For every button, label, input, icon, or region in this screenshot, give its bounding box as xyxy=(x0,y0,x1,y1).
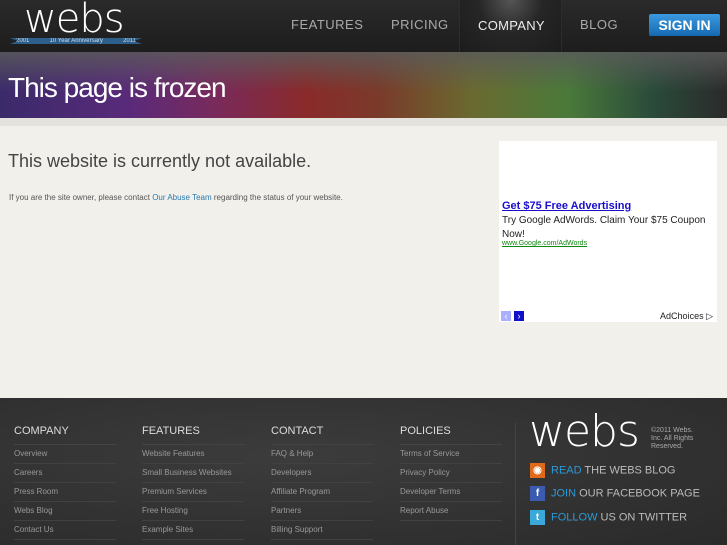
footer-link[interactable]: Developer Terms xyxy=(400,483,502,502)
footer-column-heading: POLICIES xyxy=(400,425,502,445)
ad-description: Try Google AdWords. Claim Your $75 Coupo… xyxy=(502,215,706,240)
footer-logo[interactable]: webs xyxy=(529,406,640,457)
notice-text-before: If you are the site owner, please contac… xyxy=(9,193,153,202)
footer-link[interactable]: Free Hosting xyxy=(142,502,244,521)
nav-company-label: COMPANY xyxy=(478,18,545,33)
nav-pricing[interactable]: PRICING xyxy=(391,17,449,32)
nav-blog[interactable]: BLOG xyxy=(580,17,618,32)
footer-link[interactable]: FAQ & Help xyxy=(271,445,373,464)
footer-link[interactable]: Contact Us xyxy=(14,521,116,540)
year-end: 2011 xyxy=(123,38,136,44)
footer-link[interactable]: Developers xyxy=(271,464,373,483)
notice-text-after: regarding the status of your website. xyxy=(211,193,343,202)
footer-column-heading: CONTACT xyxy=(271,425,373,445)
footer-link[interactable]: Small Business Websites xyxy=(142,464,244,483)
notice-title: This website is currently not available. xyxy=(8,151,312,171)
footer-link[interactable]: Careers xyxy=(14,464,116,483)
footer-link[interactable]: Terms of Service xyxy=(400,445,502,464)
footer-link[interactable]: Premium Services xyxy=(142,483,244,502)
nav-features[interactable]: FEATURES xyxy=(291,17,363,32)
footer-link[interactable]: Affiliate Program xyxy=(271,483,373,502)
social-action: JOIN xyxy=(551,487,577,500)
footer-column-heading: COMPANY xyxy=(14,425,116,445)
ad-url-link[interactable]: www.Google.com/AdWords xyxy=(502,240,587,247)
social-action: FOLLOW xyxy=(551,511,598,524)
footer-link[interactable]: Website Features xyxy=(142,445,244,464)
social-text: OUR FACEBOOK PAGE xyxy=(576,487,700,500)
footer-column-policies: POLICIES Terms of Service Privacy Policy De… xyxy=(400,425,502,521)
nav-company[interactable]: COMPANY xyxy=(459,0,562,52)
footer-link[interactable]: Partners xyxy=(271,502,373,521)
social-action: READ xyxy=(551,464,582,477)
footer-link[interactable]: Privacy Policy xyxy=(400,464,502,483)
header: webs 2001 10 Year Anniversary 2011 FEATU… xyxy=(0,0,727,52)
sign-in-button[interactable]: SIGN IN xyxy=(649,14,720,36)
social-link-join[interactable]: f JOIN OUR FACEBOOK PAGE xyxy=(530,486,700,501)
abuse-team-link[interactable]: Our Abuse Team xyxy=(152,193,211,202)
ad-next-button[interactable]: › xyxy=(514,311,524,321)
footer: COMPANY Overview Careers Press Room Webs Blo… xyxy=(0,398,727,545)
footer-link[interactable]: Webs Blog xyxy=(14,502,116,521)
facebook-icon: f xyxy=(530,486,545,501)
ad-prev-button[interactable]: ‹ xyxy=(501,311,511,321)
footer-divider xyxy=(515,423,516,545)
copyright: ©2011 Webs. Inc. All Rights Reserved. xyxy=(651,427,694,450)
footer-link[interactable]: Billing Support xyxy=(271,521,373,540)
footer-column-company: COMPANY Overview Careers Press Room Webs Blo… xyxy=(14,425,116,540)
banner: This page is frozen xyxy=(0,52,727,118)
twitter-icon: t xyxy=(530,510,545,525)
divider xyxy=(0,118,727,126)
footer-link[interactable]: Overview xyxy=(14,445,116,464)
social-text: US ON TWITTER xyxy=(597,511,688,524)
social-text: THE WEBS BLOG xyxy=(581,464,676,477)
anniversary-text: 10 Year Anniversary xyxy=(49,38,103,44)
year-start: 2001 xyxy=(16,38,30,44)
footer-link[interactable]: Example Sites xyxy=(142,521,244,540)
page-title: This page is frozen xyxy=(8,72,227,103)
footer-column-contact: CONTACT FAQ & Help Developers Affiliate Pro… xyxy=(271,425,373,540)
webs-logo[interactable]: webs 2001 10 Year Anniversary 2011 xyxy=(10,0,142,48)
adchoices-link[interactable]: AdChoices ▷ xyxy=(660,311,713,322)
footer-link[interactable]: Press Room xyxy=(14,483,116,502)
social-link-follow[interactable]: t FOLLOW US ON TWITTER xyxy=(530,510,687,525)
rss-icon: ◉ xyxy=(530,463,545,478)
social-link-read[interactable]: ◉ READ THE WEBS BLOG xyxy=(530,463,676,478)
footer-column-features: FEATURES Website Features Small Business W… xyxy=(142,425,244,540)
ad-box: Get $75 Free Advertising Try Google AdWo… xyxy=(499,141,717,322)
footer-column-heading: FEATURES xyxy=(142,425,244,445)
ad-title-link[interactable]: Get $75 Free Advertising xyxy=(502,200,631,212)
footer-link[interactable]: Report Abuse xyxy=(400,502,502,521)
logo-text: webs xyxy=(24,0,125,42)
notice-text: If you are the site owner, please contac… xyxy=(9,193,343,202)
